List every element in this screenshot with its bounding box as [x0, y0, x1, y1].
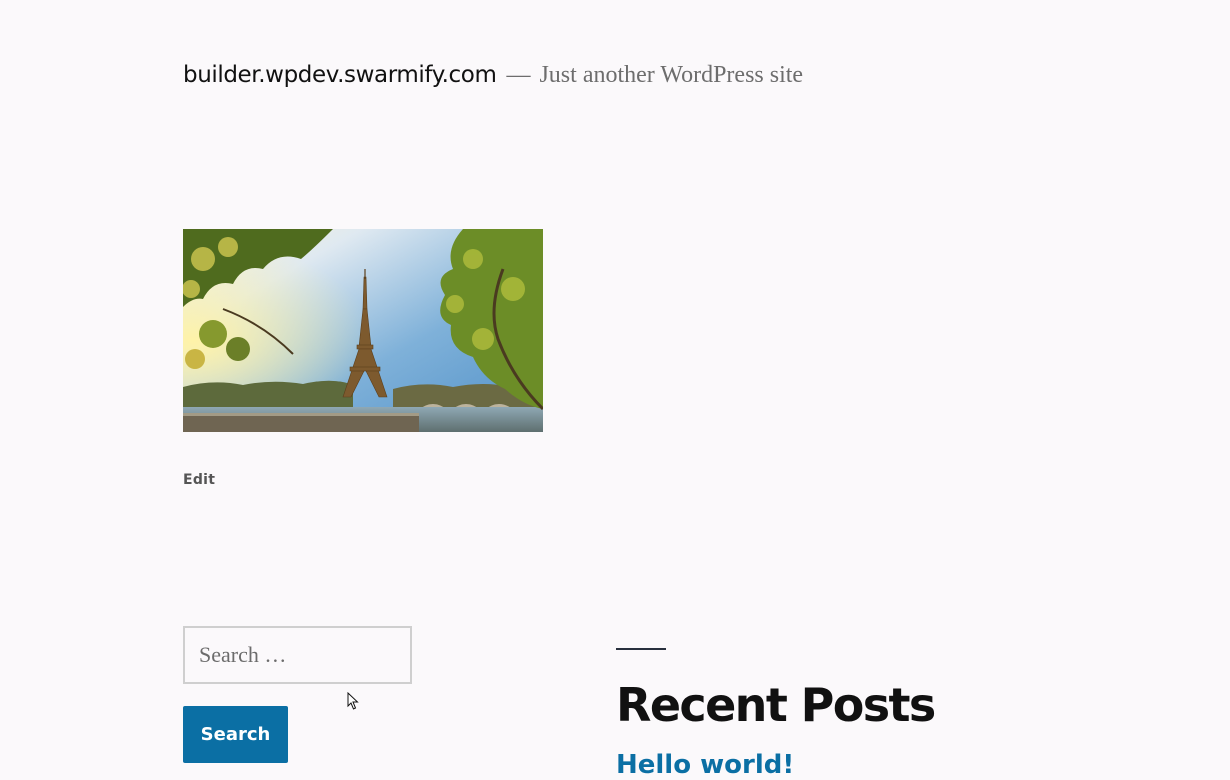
search-button[interactable]: Search [183, 706, 288, 763]
site-tagline: Just another WordPress site [539, 62, 804, 88]
site-header: builder.wpdev.swarmify.com — Just anothe… [183, 62, 803, 89]
site-title-link[interactable]: builder.wpdev.swarmify.com [183, 62, 497, 88]
mouse-pointer-icon [347, 692, 359, 710]
widget-divider [616, 648, 666, 650]
recent-post-link[interactable]: Hello world! [616, 750, 794, 780]
recent-posts-title: Recent Posts [616, 678, 936, 732]
search-input[interactable] [183, 626, 412, 684]
featured-image [183, 229, 543, 432]
title-separator: — [506, 62, 531, 88]
edit-post-link[interactable]: Edit [183, 472, 215, 488]
